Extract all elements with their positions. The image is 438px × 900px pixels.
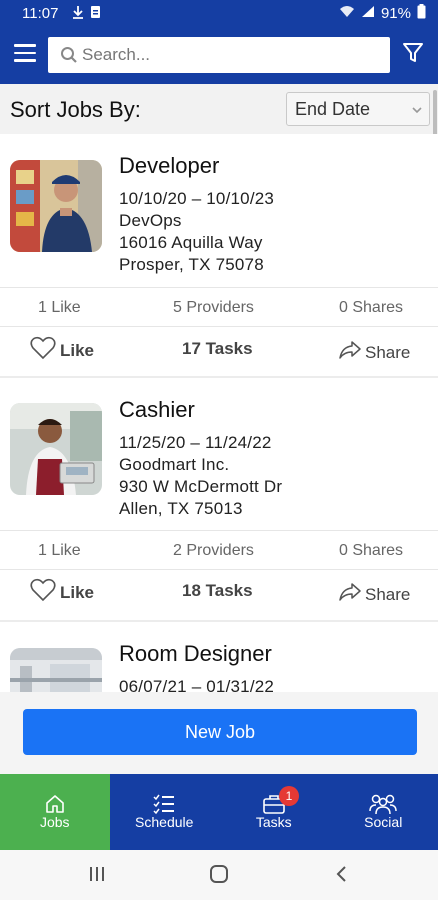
menu-icon[interactable] bbox=[14, 44, 36, 62]
status-time: 11:07 bbox=[22, 5, 59, 22]
nav-label-tasks: Tasks bbox=[255, 814, 292, 830]
app-header bbox=[0, 28, 438, 84]
checklist-icon bbox=[110, 793, 220, 815]
battery-icon bbox=[417, 4, 426, 23]
shares-count: 0 Shares bbox=[339, 542, 404, 559]
job-city: Prosper, TX 75078 bbox=[119, 255, 264, 274]
job-details: 10/10/20 – 10/10/23 DevOps 16016 Aquilla… bbox=[119, 188, 274, 276]
like-label: Like bbox=[60, 582, 95, 602]
job-title: Room Designer bbox=[119, 641, 272, 666]
providers-count: 5 Providers bbox=[173, 299, 254, 316]
job-details: 11/25/20 – 11/24/22 Goodmart Inc. 930 W … bbox=[119, 432, 282, 520]
briefcase-icon bbox=[219, 793, 329, 815]
nav-tab-social[interactable]: Social bbox=[329, 774, 438, 850]
filter-icon[interactable] bbox=[402, 42, 424, 69]
status-notification-icons bbox=[72, 5, 101, 22]
battery-level: 91% bbox=[380, 5, 411, 22]
job-actions: Like 18 Tasks Share bbox=[0, 571, 438, 617]
like-label: Like bbox=[60, 340, 95, 360]
job-stats: 1 Like 2 Providers 0 Shares bbox=[0, 530, 438, 570]
shares-count: 0 Shares bbox=[339, 299, 404, 316]
job-photo-cashier bbox=[10, 403, 102, 495]
wifi-icon bbox=[339, 5, 355, 22]
job-address: 930 W McDermott Dr bbox=[119, 477, 283, 496]
chevron-down-icon bbox=[411, 101, 423, 122]
job-stats: 1 Like 5 Providers 0 Shares bbox=[0, 287, 438, 327]
home-button-icon[interactable] bbox=[209, 863, 231, 890]
job-dates: 11/25/20 – 11/24/22 bbox=[119, 433, 272, 452]
providers-count: 2 Providers bbox=[173, 542, 254, 559]
job-card[interactable]: Developer 10/10/20 – 10/10/23 DevOps 160… bbox=[0, 134, 438, 376]
recent-apps-icon[interactable] bbox=[88, 863, 106, 890]
status-right: 91% bbox=[339, 4, 426, 23]
job-details: 06/07/21 – 01/31/22 bbox=[119, 676, 274, 692]
like-button[interactable]: Like bbox=[30, 578, 94, 607]
job-city: Allen, TX 75013 bbox=[119, 499, 243, 518]
job-actions: Like 17 Tasks Share bbox=[0, 328, 438, 374]
job-company: Goodmart Inc. bbox=[119, 455, 230, 474]
nav-tab-jobs[interactable]: Jobs bbox=[0, 774, 110, 850]
nav-label-social: Social bbox=[364, 814, 403, 830]
signal-icon bbox=[361, 5, 375, 22]
bottom-nav: Jobs Schedule 1 Tasks Social bbox=[0, 774, 438, 850]
new-job-area: New Job bbox=[0, 692, 438, 774]
like-button[interactable]: Like bbox=[30, 336, 94, 365]
job-title: Cashier bbox=[119, 397, 195, 422]
job-dates: 06/07/21 – 01/31/22 bbox=[119, 677, 275, 692]
download-icon bbox=[72, 5, 84, 22]
heart-icon bbox=[30, 578, 56, 607]
new-job-button[interactable]: New Job bbox=[23, 709, 417, 755]
job-address: 16016 Aquilla Way bbox=[119, 233, 263, 252]
share-button[interactable]: Share bbox=[339, 340, 410, 365]
tasks-link[interactable]: 17 Tasks bbox=[182, 339, 253, 359]
tasks-badge: 1 bbox=[279, 786, 299, 806]
status-bar: 11:07 91% bbox=[0, 0, 438, 28]
share-label: Share bbox=[365, 584, 411, 604]
nav-tab-tasks[interactable]: 1 Tasks bbox=[219, 774, 329, 850]
job-card[interactable]: Room Designer 06/07/21 – 01/31/22 bbox=[0, 622, 438, 692]
likes-count: 1 Like bbox=[38, 542, 81, 559]
share-label: Share bbox=[365, 342, 411, 362]
tasks-link[interactable]: 18 Tasks bbox=[182, 581, 253, 601]
job-dates: 10/10/20 – 10/10/23 bbox=[119, 189, 275, 208]
nav-tab-schedule[interactable]: Schedule bbox=[110, 774, 220, 850]
people-icon bbox=[329, 793, 438, 815]
sort-label: Sort Jobs By: bbox=[10, 97, 141, 122]
search-icon bbox=[60, 46, 78, 69]
job-company: DevOps bbox=[119, 211, 182, 230]
nav-label-jobs: Jobs bbox=[39, 814, 70, 830]
share-icon bbox=[339, 340, 361, 365]
home-icon bbox=[0, 793, 110, 815]
search-bar[interactable] bbox=[48, 37, 390, 73]
sort-row: Sort Jobs By: End Date bbox=[0, 84, 438, 134]
search-input[interactable] bbox=[82, 37, 382, 73]
system-nav-bar bbox=[0, 850, 438, 900]
job-photo-developer bbox=[10, 160, 102, 252]
job-photo-room-designer bbox=[10, 648, 102, 692]
back-icon[interactable] bbox=[334, 863, 350, 890]
share-button[interactable]: Share bbox=[339, 582, 410, 607]
share-icon bbox=[339, 582, 361, 607]
sort-dropdown[interactable]: End Date bbox=[286, 92, 430, 126]
job-title: Developer bbox=[119, 153, 220, 178]
sort-selected-value: End Date bbox=[295, 99, 371, 119]
nav-label-schedule: Schedule bbox=[135, 814, 194, 830]
heart-icon bbox=[30, 336, 56, 365]
job-card[interactable]: Cashier 11/25/20 – 11/24/22 Goodmart Inc… bbox=[0, 378, 438, 620]
likes-count: 1 Like bbox=[38, 299, 81, 316]
document-icon bbox=[90, 5, 101, 22]
